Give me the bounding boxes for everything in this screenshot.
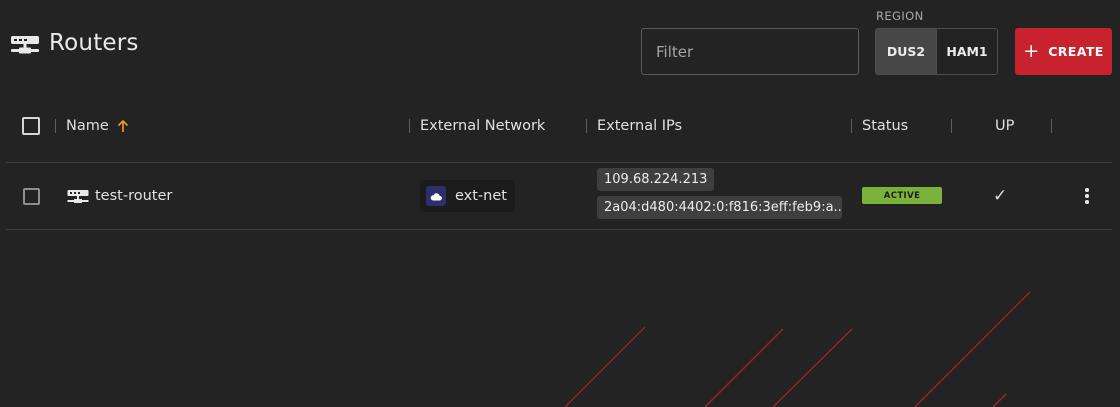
region-selector: DUS2 HAM1 [875,28,998,75]
row-select-cell [23,188,40,205]
deco-line [564,326,646,407]
external-network-cell: ext-net [420,180,515,212]
region-label: REGION [876,9,924,23]
column-separator[interactable] [409,119,410,133]
column-header-external-network[interactable]: External Network [420,106,545,146]
deco-line [704,328,784,407]
create-button[interactable]: + CREATE [1015,28,1112,75]
column-separator[interactable] [951,119,952,133]
region-option-ham1[interactable]: HAM1 [936,29,997,74]
external-ip-chip: 2a04:d480:4402:0:f816:3eff:feb9:a... [597,196,842,219]
row-checkbox[interactable] [23,188,40,205]
page-header: Routers [10,30,139,56]
row-actions-menu[interactable] [1080,184,1094,208]
external-network-chip[interactable]: ext-net [420,180,515,212]
column-header-status[interactable]: Status [862,106,908,146]
column-separator[interactable] [55,119,56,133]
column-header-name[interactable]: Name [66,106,130,146]
deco-line [772,328,853,407]
external-ip-chip: 109.68.224.213 [597,168,715,191]
router-icon [11,36,39,54]
table-header: Name External Network External IPs Statu… [6,106,1112,146]
row-divider [6,229,1112,230]
filter-input[interactable] [641,28,859,75]
router-name-link[interactable]: test-router [95,188,172,204]
create-button-label: CREATE [1048,44,1104,59]
select-all-checkbox[interactable] [22,117,40,135]
external-network-name: ext-net [455,188,507,204]
plus-icon: + [1023,40,1040,62]
column-header-up[interactable]: UP [995,106,1014,146]
status-badge: ACTIVE [862,187,942,204]
router-icon [67,190,89,203]
checkmark-icon: ✓ [993,186,1008,206]
external-ips-cell: 109.68.224.213 [597,168,715,191]
routers-page: Routers REGION DUS2 HAM1 + CREATE Name E… [0,0,1120,407]
external-ips-cell: 2a04:d480:4402:0:f816:3eff:feb9:a... [597,196,842,219]
column-header-label: Name [66,118,109,134]
column-separator[interactable] [1051,119,1052,133]
sort-ascending-icon [117,119,128,132]
status-cell: ACTIVE [862,187,942,204]
page-title: Routers [49,30,139,56]
router-name-cell[interactable]: test-router [67,187,172,205]
select-all-cell [22,106,40,146]
deco-line [914,291,1031,407]
column-header-external-ips[interactable]: External IPs [597,106,682,146]
column-separator[interactable] [586,119,587,133]
region-option-dus2[interactable]: DUS2 [876,29,936,74]
table-row[interactable]: test-router ext-net 109.68.224.213 2a04:… [6,163,1112,229]
cloud-icon [426,186,446,206]
column-separator[interactable] [851,119,852,133]
deco-line [992,393,1007,407]
kebab-menu-icon[interactable] [1080,184,1094,208]
